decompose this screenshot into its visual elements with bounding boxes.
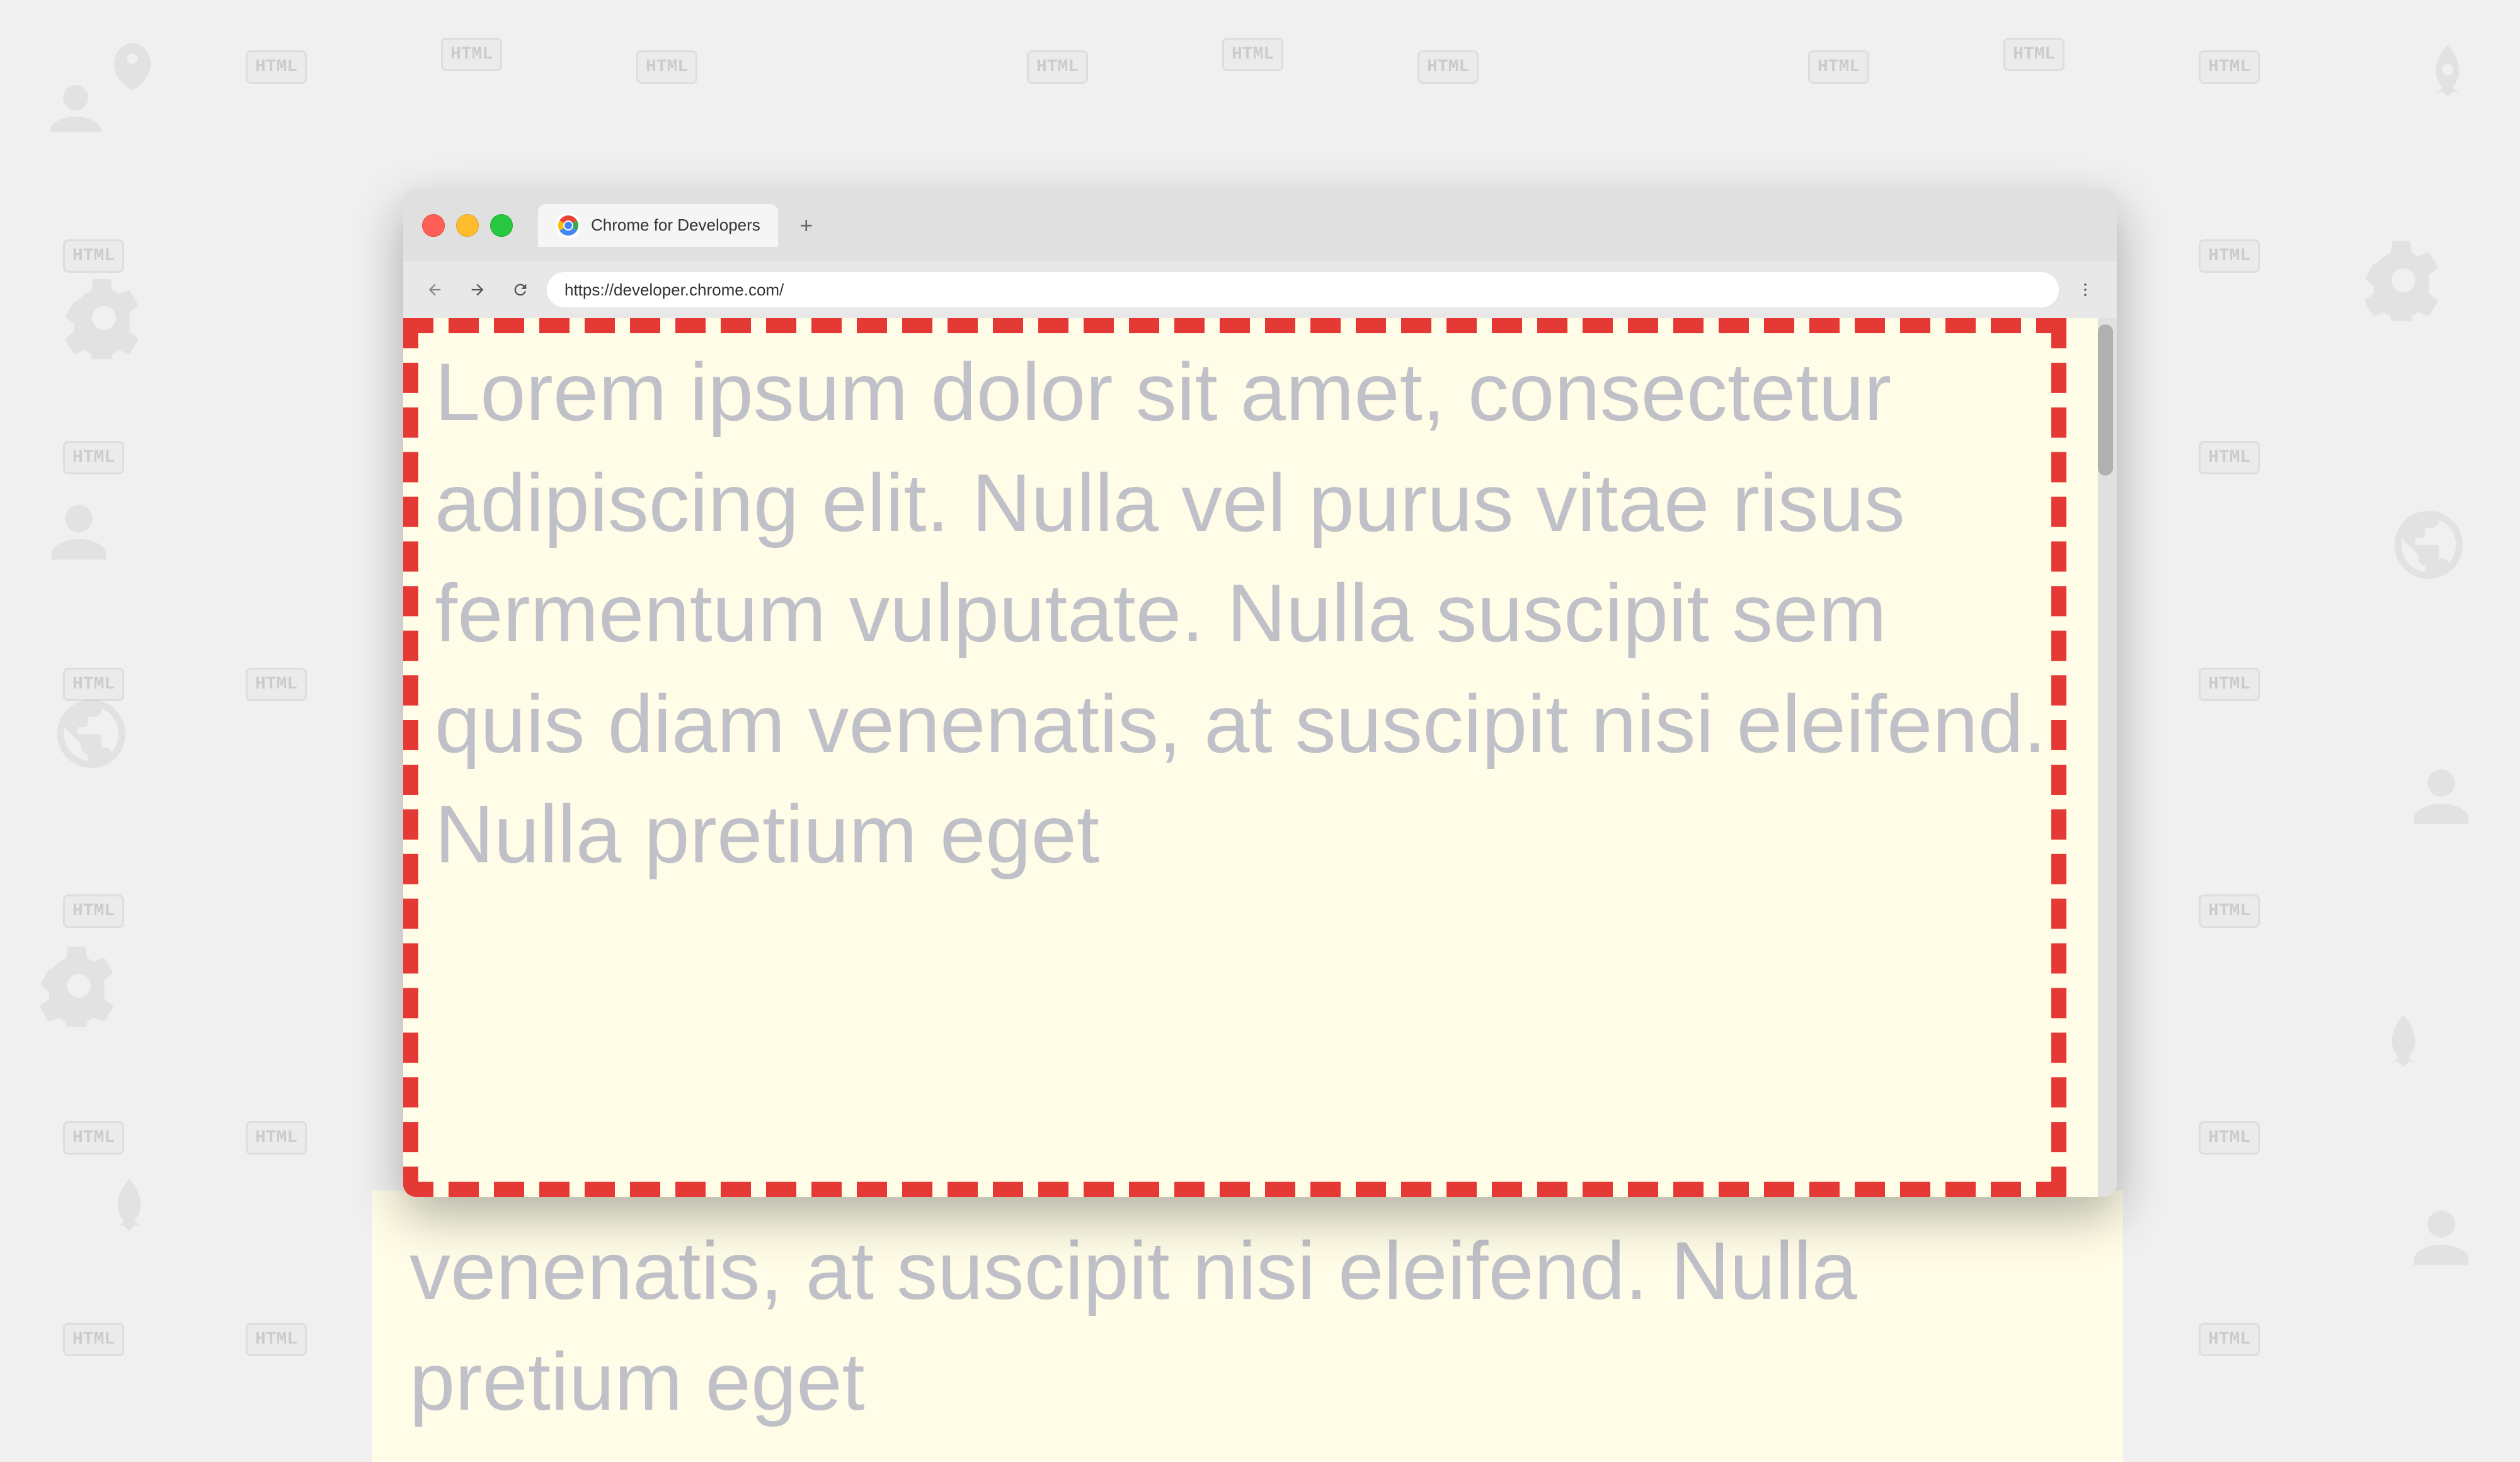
person3-icon <box>2400 756 2482 838</box>
address-bar[interactable] <box>547 272 2059 307</box>
traffic-lights <box>422 214 513 237</box>
page-content: Lorem ipsum dolor sit amet, consectetur … <box>403 318 2117 1197</box>
settings2-icon <box>2362 239 2444 321</box>
html-badge: HTML <box>246 50 307 84</box>
html-badge: HTML <box>2199 239 2260 273</box>
html-badge: HTML <box>1418 50 1479 84</box>
person2-icon <box>38 491 120 573</box>
minimize-button[interactable] <box>456 214 479 237</box>
rocket-icon <box>101 38 164 101</box>
browser-window: Chrome for Developers + Lorem ipsum dolo… <box>403 189 2117 1197</box>
lorem-ipsum-text: Lorem ipsum dolor sit amet, consectetur … <box>435 337 2054 1197</box>
rocket4-icon <box>94 1172 164 1241</box>
html-badge: HTML <box>2199 441 2260 474</box>
globe-icon <box>50 693 132 775</box>
html-badge: HTML <box>2199 668 2260 701</box>
html-badge: HTML <box>246 1323 307 1356</box>
html-badge: HTML <box>63 1121 124 1155</box>
html-badge: HTML <box>63 239 124 273</box>
nav-bar <box>403 261 2117 318</box>
person-icon <box>38 76 113 151</box>
scrollbar-track[interactable] <box>2098 318 2117 1197</box>
html-badge: HTML <box>2199 50 2260 84</box>
close-button[interactable] <box>422 214 445 237</box>
html-badge: HTML <box>2003 38 2065 71</box>
browser-tab[interactable]: Chrome for Developers <box>538 204 778 247</box>
html-badge: HTML <box>246 1121 307 1155</box>
maximize-button[interactable] <box>490 214 513 237</box>
person4-icon <box>2400 1197 2482 1279</box>
tab-title: Chrome for Developers <box>591 215 760 235</box>
html-badge: HTML <box>246 668 307 701</box>
html-badge: HTML <box>2199 1121 2260 1155</box>
html-badge: HTML <box>2199 894 2260 928</box>
html-badge: HTML <box>63 1323 124 1356</box>
html-badge: HTML <box>1222 38 1283 71</box>
back-button[interactable] <box>418 273 451 306</box>
chrome-logo-icon <box>556 213 581 238</box>
html-badge: HTML <box>63 668 124 701</box>
html-badge: HTML <box>1027 50 1088 84</box>
forward-button[interactable] <box>461 273 494 306</box>
html-badge: HTML <box>636 50 697 84</box>
settings-icon <box>63 277 145 359</box>
html-badge: HTML <box>2199 1323 2260 1356</box>
below-browser-text: venenatis, at suscipit nisi eleifend. Nu… <box>372 1191 2123 1462</box>
menu-button[interactable] <box>2069 273 2102 306</box>
scrollbar-thumb[interactable] <box>2098 324 2113 476</box>
new-tab-button[interactable]: + <box>791 210 822 241</box>
title-bar: Chrome for Developers + <box>403 189 2117 261</box>
html-badge: HTML <box>441 38 502 71</box>
reload-button[interactable] <box>504 273 537 306</box>
settings3-icon <box>38 945 120 1027</box>
rocket3-icon <box>2369 1008 2438 1077</box>
rocket2-icon <box>2413 38 2482 107</box>
html-badge: HTML <box>63 441 124 474</box>
html-badge: HTML <box>63 894 124 928</box>
html-badge: HTML <box>1808 50 1869 84</box>
globe2-icon <box>2388 504 2470 586</box>
tab-bar: Chrome for Developers + <box>538 204 822 247</box>
